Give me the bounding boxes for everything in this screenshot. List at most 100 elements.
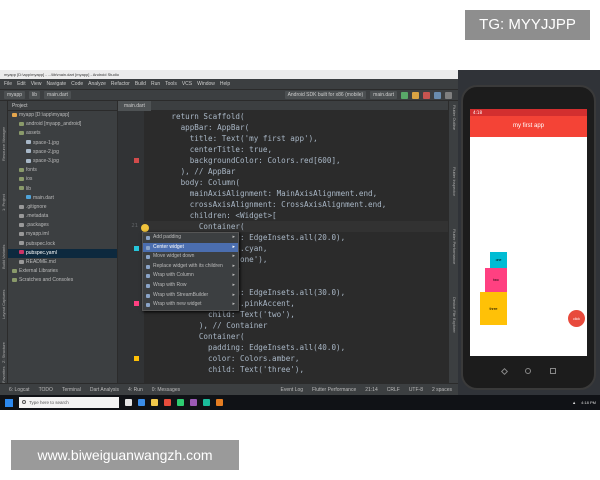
code-line[interactable]: ), // Container [144, 320, 448, 331]
intention-item[interactable]: Add padding ▸ [143, 233, 238, 243]
code-line[interactable]: color: Colors.amber, [134, 353, 448, 364]
tree-item[interactable]: android [myapp_android] [8, 120, 117, 129]
tree-item[interactable]: myapp.iml [8, 230, 117, 239]
menu-item-window[interactable]: Window [197, 79, 215, 89]
app-icon-7[interactable] [203, 399, 210, 406]
intention-item[interactable]: Wrap with Column ▸ [143, 271, 238, 281]
left-tool-4[interactable]: Z: Structure [1, 342, 6, 363]
tree-item[interactable]: space-3.jpg [8, 157, 117, 166]
tab-main-dart[interactable]: main.dart [118, 101, 151, 111]
menu-item-vcs[interactable]: VCS [182, 79, 192, 89]
menu-item-edit[interactable]: Edit [17, 79, 26, 89]
recents-icon[interactable] [549, 368, 556, 374]
code-line[interactable]: mainAxisAlignment: MainAxisAlignment.end… [144, 188, 448, 199]
task-view-icon[interactable] [125, 399, 132, 406]
right-tool-2[interactable]: Flutter Performance [452, 229, 457, 264]
right-tool-3[interactable]: Device File Explorer [452, 297, 457, 333]
left-tool-2[interactable]: Build Variants [1, 245, 6, 269]
status-encoding[interactable]: UTF-8 [409, 387, 423, 393]
tree-item[interactable]: .gitignore [8, 203, 117, 212]
intention-item[interactable]: Wrap with new widget ▸ [143, 300, 238, 310]
menu-item-analyze[interactable]: Analyze [88, 79, 106, 89]
code-line[interactable]: children: <Widget>[ [144, 210, 448, 221]
code-line[interactable]: title: Text('my first app'), [144, 133, 448, 144]
debug-icon[interactable] [434, 91, 441, 99]
menu-item-tools[interactable]: Tools [165, 79, 177, 89]
breadcrumb-project[interactable]: myapp [4, 91, 26, 99]
menu-item-refactor[interactable]: Refactor [111, 79, 130, 89]
status-line-sep[interactable]: CRLF [387, 387, 400, 393]
taskbar-search[interactable]: Type here to search [19, 397, 119, 408]
bottom-tool-5[interactable]: 0: Messages [152, 387, 180, 393]
menu-item-run[interactable]: Run [151, 79, 160, 89]
left-tool-5[interactable]: Favorites [1, 367, 6, 383]
tree-item[interactable]: myapp [D:\app\myapp] [8, 111, 117, 120]
code-line[interactable]: backgroundColor: Colors.red[600], [134, 155, 448, 166]
run-config-selector[interactable]: main.dart [370, 91, 397, 99]
bottom-tool-1[interactable]: TODO [39, 387, 53, 393]
code-line[interactable]: Container( [144, 331, 448, 342]
breadcrumb-folder[interactable]: lib [29, 91, 41, 99]
tree-item[interactable]: ios [8, 175, 117, 184]
menu-item-navigate[interactable]: Navigate [46, 79, 66, 89]
edge-icon[interactable] [138, 399, 145, 406]
intention-item[interactable]: Center widget ▸ [143, 242, 238, 253]
intention-item[interactable]: Move widget down ▸ [143, 252, 238, 262]
menu-item-view[interactable]: View [31, 79, 42, 89]
code-line[interactable]: padding: EdgeInsets.all(40.0), [144, 342, 448, 353]
tree-item[interactable]: main.dart [8, 194, 117, 203]
tree-item[interactable]: pubspec.yaml [8, 248, 117, 258]
tree-item[interactable]: README.md [8, 258, 117, 267]
intention-item[interactable]: Wrap with Row ▸ [143, 281, 238, 291]
project-panel-header[interactable]: Project [8, 101, 117, 111]
left-tool-3[interactable]: Layout Captures [1, 290, 6, 319]
status-position[interactable]: 21:14 [365, 387, 378, 393]
bottom-tool-2[interactable]: Terminal [62, 387, 81, 393]
menu-item-help[interactable]: Help [220, 79, 230, 89]
breadcrumb-file[interactable]: main.dart [44, 91, 71, 99]
intention-item[interactable]: Replace widget with its children ▸ [143, 262, 238, 272]
menu-item-file[interactable]: File [4, 79, 12, 89]
code-line[interactable]: body: Column( [144, 177, 448, 188]
tree-item[interactable]: fonts [8, 166, 117, 175]
menu-item-build[interactable]: Build [135, 79, 146, 89]
tree-item[interactable]: .packages [8, 221, 117, 230]
chrome-icon[interactable] [164, 399, 171, 406]
status-indent[interactable]: 2 spaces [432, 387, 452, 393]
intention-item[interactable]: Wrap with StreamBuilder ▸ [143, 291, 238, 301]
code-line[interactable]: 21 Container( [131, 221, 448, 232]
code-line[interactable]: crossAxisAlignment: CrossAxisAlignment.e… [144, 199, 448, 210]
tree-item[interactable]: assets [8, 129, 117, 138]
code-line[interactable]: return Scaffold( [144, 111, 448, 122]
code-line[interactable]: appBar: AppBar( [144, 122, 448, 133]
bottom-tool-0[interactable]: 6: Logcat [9, 387, 30, 393]
lightbulb-icon[interactable] [141, 224, 149, 232]
tree-item[interactable]: lib [8, 185, 117, 194]
tree-item[interactable]: space-1.jpg [8, 139, 117, 148]
tree-item[interactable]: pubspec.lock [8, 240, 117, 249]
network-icon[interactable]: ▲ [572, 400, 576, 405]
device-selector[interactable]: Android SDK built for x86 (mobile) [284, 91, 367, 99]
tree-item[interactable]: .metadata [8, 212, 117, 221]
run-icon[interactable] [401, 91, 408, 99]
taskbar-clock[interactable]: 4:18 PM [581, 400, 596, 405]
code-line[interactable]: centerTitle: true, [144, 144, 448, 155]
home-icon[interactable] [525, 368, 532, 374]
sdk-manager-icon[interactable] [445, 91, 452, 99]
bottom-right-tool-0[interactable]: Event Log [281, 387, 304, 393]
floating-action-button[interactable]: click [568, 310, 585, 327]
android-studio-taskbar-icon[interactable] [177, 399, 184, 406]
right-tool-1[interactable]: Flutter Inspector [452, 167, 457, 196]
back-icon[interactable] [501, 367, 509, 375]
tree-item[interactable]: space-2.jpg [8, 148, 117, 157]
app-icon-8[interactable] [216, 399, 223, 406]
code-line[interactable]: ), // AppBar [144, 166, 448, 177]
tree-item[interactable]: External Libraries [8, 267, 117, 276]
windows-start-icon[interactable] [5, 398, 13, 407]
left-tool-1[interactable]: 1: Project [1, 194, 6, 211]
tree-item[interactable]: Scratches and Consoles [8, 276, 117, 285]
code-line[interactable]: child: Text('three'), [144, 364, 448, 375]
right-tool-0[interactable]: Flutter Outline [452, 105, 457, 130]
bottom-tool-3[interactable]: Dart Analysis [90, 387, 119, 393]
app-icon-6[interactable] [190, 399, 197, 406]
